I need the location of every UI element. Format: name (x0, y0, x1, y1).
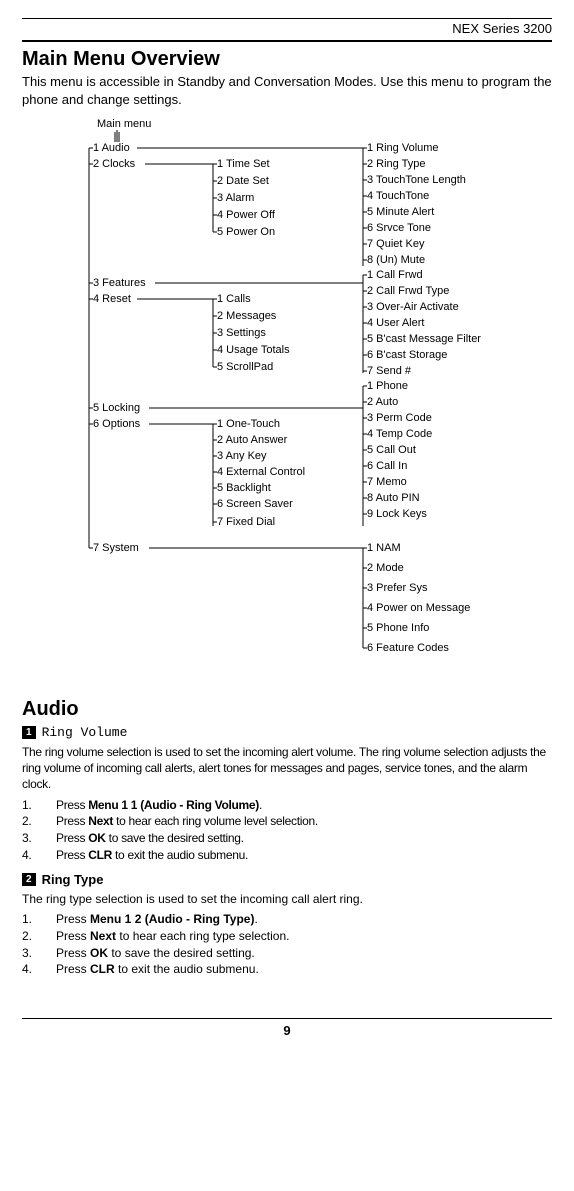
tree-item: 4 Power Off (217, 209, 275, 221)
step-text: Press CLR to exit the audio submenu. (56, 847, 248, 864)
tree-item: 6 Feature Codes (367, 642, 449, 654)
tree-item: 7 Quiet Key (367, 238, 424, 250)
tree-item: 5 B'cast Message Filter (367, 333, 481, 345)
tree-item: 4 External Control (217, 466, 305, 478)
tree-item: 3 Prefer Sys (367, 582, 428, 594)
tree-item: 4 Power on Message (367, 602, 470, 614)
tree-item: 6 B'cast Storage (367, 349, 447, 361)
tree-item: 2 Date Set (217, 175, 269, 187)
tree-item: 2 Messages (217, 310, 276, 322)
tree-item: 1 Time Set (217, 158, 270, 170)
tree-item: 4 User Alert (367, 317, 424, 329)
tree-item: 6 Call In (367, 460, 407, 472)
tree-item: 2 Clocks (93, 158, 135, 170)
step-text: Press Next to hear each ring volume leve… (56, 813, 318, 830)
tree-item: 5 Locking (93, 402, 140, 414)
product-name: NEX Series 3200 (22, 21, 552, 36)
step-text: Press Menu 1 2 (Audio - Ring Type). (56, 911, 258, 928)
tree-item: 9 Lock Keys (367, 508, 427, 520)
tree-item: 7 Send # (367, 365, 411, 377)
step-text: Press CLR to exit the audio submenu. (56, 961, 259, 978)
tree-item: 1 Ring Volume (367, 142, 439, 154)
ring-type-desc: The ring type selection is used to set t… (22, 891, 552, 907)
tree-item: 1 Calls (217, 293, 251, 305)
tree-item: 2 Ring Type (367, 158, 426, 170)
tree-item: 2 Mode (367, 562, 404, 574)
tree-item: 3 Settings (217, 327, 266, 339)
ring-type-title: Ring Type (42, 872, 104, 887)
tree-item: 1 Phone (367, 380, 408, 392)
tree-item: 3 Features (93, 277, 146, 289)
tree-item: 1 Audio (93, 142, 130, 154)
tree-item: 7 Fixed Dial (217, 516, 275, 528)
tree-item: 5 Phone Info (367, 622, 429, 634)
tree-item: 8 Auto PIN (367, 492, 420, 504)
step-text: Press OK to save the desired setting. (56, 830, 244, 847)
tree-item: 4 Usage Totals (217, 344, 290, 356)
section-number-icon: 1 (22, 726, 36, 739)
tree-item: 5 Backlight (217, 482, 271, 494)
tree-item: 3 Perm Code (367, 412, 432, 424)
tree-item: 3 Alarm (217, 192, 254, 204)
tree-item: 1 One-Touch (217, 418, 280, 430)
menu-tree: Main menu 1 Audio 2 Clocks 3 Features 4 … (37, 118, 537, 688)
tree-item: 7 Memo (367, 476, 407, 488)
tree-item: 3 Any Key (217, 450, 267, 462)
tree-item: 5 Call Out (367, 444, 416, 456)
tree-item: 5 Power On (217, 226, 275, 238)
step-text: Press Menu 1 1 (Audio - Ring Volume). (56, 797, 262, 814)
tree-item: 4 Reset (93, 293, 131, 305)
ring-volume-steps: 1.Press Menu 1 1 (Audio - Ring Volume). … (22, 797, 552, 864)
tree-item: 7 System (93, 542, 139, 554)
tree-item: 2 Auto (367, 396, 398, 408)
tree-item: 2 Auto Answer (217, 434, 287, 446)
tree-item: 2 Call Frwd Type (367, 285, 449, 297)
tree-item: 6 Srvce Tone (367, 222, 431, 234)
step-text: Press Next to hear each ring type select… (56, 928, 289, 945)
tree-root: Main menu (97, 118, 151, 130)
tree-item: 3 Over-Air Activate (367, 301, 459, 313)
tree-item: 3 TouchTone Length (367, 174, 466, 186)
audio-heading: Audio (22, 698, 552, 721)
tree-item: 5 ScrollPad (217, 361, 273, 373)
tree-item: 4 Temp Code (367, 428, 432, 440)
intro-text: This menu is accessible in Standby and C… (22, 73, 552, 108)
step-text: Press OK to save the desired setting. (56, 945, 255, 962)
tree-item: 5 Minute Alert (367, 206, 434, 218)
ring-type-steps: 1.Press Menu 1 2 (Audio - Ring Type). 2.… (22, 911, 552, 978)
page-title: Main Menu Overview (22, 48, 552, 71)
ring-volume-title: Ring Volume (42, 725, 128, 740)
section-number-icon: 2 (22, 873, 36, 886)
tree-item: 6 Options (93, 418, 140, 430)
page-number: 9 (22, 1023, 552, 1038)
tree-item: 1 Call Frwd (367, 269, 423, 281)
tree-item: 4 TouchTone (367, 190, 429, 202)
tree-item: 8 (Un) Mute (367, 254, 425, 266)
ring-volume-desc: The ring volume selection is used to set… (22, 744, 552, 793)
tree-item: 6 Screen Saver (217, 498, 293, 510)
tree-item: 1 NAM (367, 542, 401, 554)
